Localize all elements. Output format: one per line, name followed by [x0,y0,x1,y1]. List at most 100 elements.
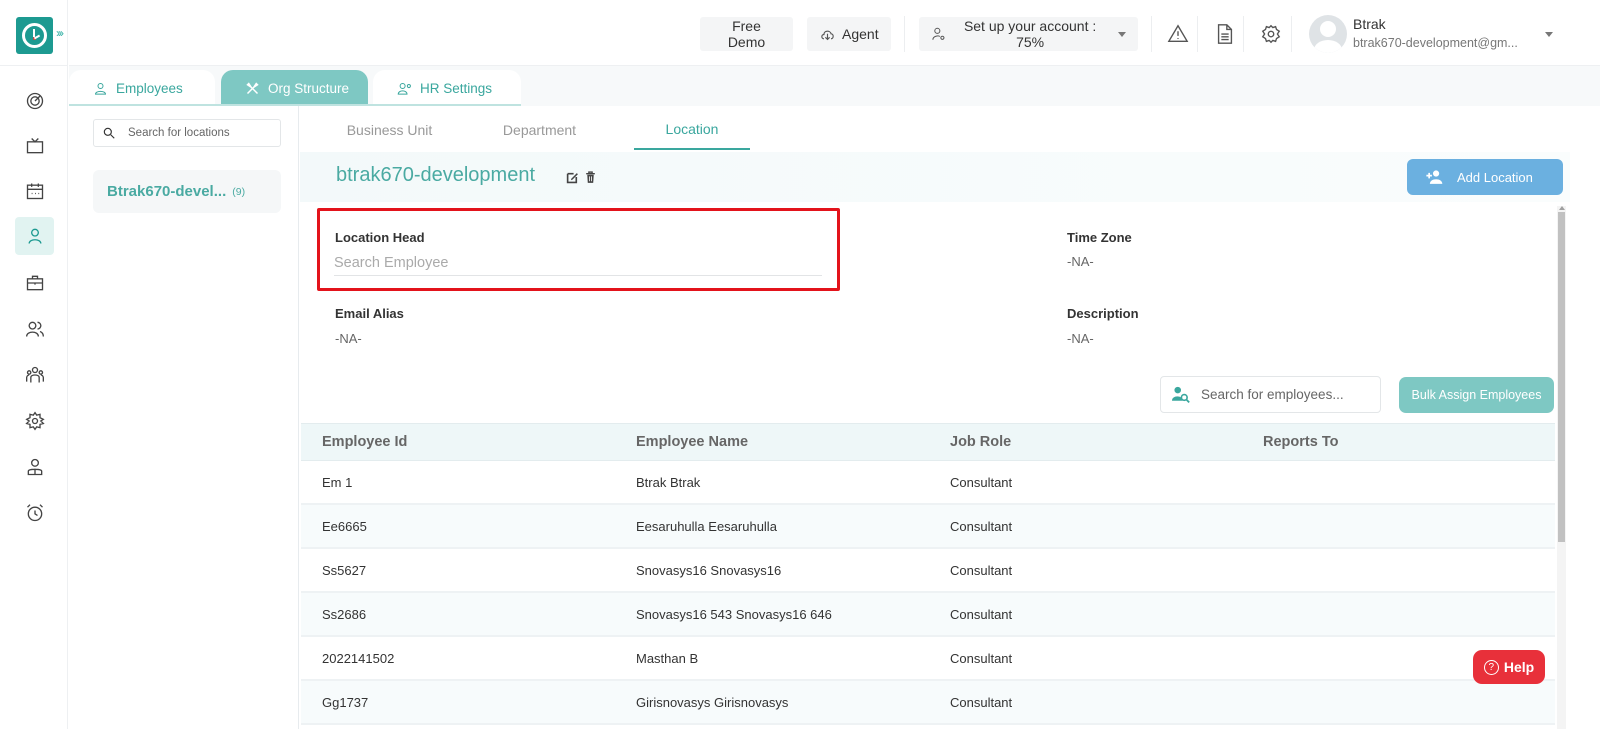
free-demo-button[interactable]: Free Demo [700,17,793,51]
sidebar-item-users[interactable] [15,310,54,348]
sidebar-item-calendar[interactable] [15,172,54,210]
add-location-label: Add Location [1457,169,1533,185]
alarm-icon [26,504,43,522]
tab-location[interactable]: Location [634,110,750,150]
sidebar-item-settings[interactable] [15,402,54,440]
calendar-icon [26,183,43,200]
employee-name-cell: Snovasys16 Snovasys16 [636,562,782,578]
header-divider [1243,16,1244,52]
table-row[interactable]: 2022141502 Masthan B Consultant [301,637,1555,681]
sidebar-item-briefcase[interactable] [15,264,54,302]
scroll-up-arrow-icon[interactable] [1559,206,1565,210]
free-demo-label: Free Demo [727,18,766,50]
tv-icon [26,138,43,154]
rail-divider [0,65,68,66]
location-search[interactable] [93,119,281,147]
time-zone-label: Time Zone [1067,230,1132,245]
chevron-down-icon [1118,31,1126,37]
tab-org-structure-label: Org Structure [268,80,350,96]
dashboard-icon [26,92,43,110]
top-tabs: Employees Org Structure HR Settings [69,66,1600,106]
sidebar-item-alarm[interactable] [15,494,54,532]
column-header-employee-id[interactable]: Employee Id [322,424,407,460]
column-header-reports-to[interactable]: Reports To [1263,424,1338,460]
sidebar-item-tv[interactable] [15,127,54,165]
left-nav-rail: ››› [0,0,68,729]
employees-table: Employee Id Employee Name Job Role Repor… [301,423,1555,725]
alert-button[interactable] [1166,22,1190,46]
team-icon [25,366,44,383]
sidebar-item-team[interactable] [15,356,54,394]
sidebar-item-profile[interactable] [15,448,54,486]
column-header-employee-name[interactable]: Employee Name [636,424,748,460]
table-row[interactable]: Ee6665 Eesaruhulla Eesaruhulla Consultan… [301,505,1555,549]
scrollbar-thumb[interactable] [1558,212,1565,542]
header-divider [1197,16,1198,52]
edit-icon[interactable] [566,171,579,184]
user-menu-caret-icon[interactable] [1545,32,1553,37]
user-email: btrak670-development@gm... [1353,36,1518,50]
tab-hr-settings-label: HR Settings [420,80,493,96]
description-label: Description [1067,306,1139,321]
bulk-assign-employees-button[interactable]: Bulk Assign Employees [1399,377,1554,413]
table-row[interactable]: Ss5627 Snovasys16 Snovasys16 Consultant [301,549,1555,593]
job-role-cell: Consultant [950,606,1013,622]
tab-business-unit[interactable]: Business Unit [302,110,477,150]
add-user-icon [1426,170,1443,184]
location-search-input[interactable] [128,127,268,139]
tab-org-structure[interactable]: Org Structure [221,70,368,106]
add-location-button[interactable]: Add Location [1407,159,1563,195]
tab-location-label: Location [665,121,719,137]
header-divider [1291,16,1292,52]
employee-search[interactable] [1160,376,1381,413]
app-logo[interactable] [16,17,53,54]
employee-name-cell: Girisnovasys Girisnovasys [636,694,789,710]
job-role-cell: Consultant [950,694,1013,710]
document-button[interactable] [1213,22,1237,46]
employee-name-cell: Btrak Btrak [636,474,701,490]
location-head-input[interactable] [334,251,822,276]
tab-department-label: Department [502,122,577,138]
location-head-label: Location Head [335,230,425,245]
email-alias-value: -NA- [335,331,362,346]
column-header-job-role[interactable]: Job Role [950,424,1011,460]
user-icon [94,82,107,95]
table-row[interactable]: Ss2686 Snovasys16 543 Snovasys16 646 Con… [301,593,1555,637]
job-role-cell: Consultant [950,650,1013,666]
question-icon: ? [1483,659,1499,675]
content-scrollbar[interactable] [1557,206,1566,729]
employee-name-cell: Masthan B [636,650,699,666]
table-row[interactable]: Gg1737 Girisnovasys Girisnovasys Consult… [301,681,1555,725]
help-label: Help [1503,659,1535,675]
location-item-count: (9) [232,185,246,198]
tab-business-unit-label: Business Unit [346,122,433,138]
employee-name-cell: Eesaruhulla Eesaruhulla [636,518,777,534]
setup-account-label: Set up your account : 75% [963,18,1097,50]
setup-account-dropdown[interactable]: Set up your account : 75% [919,17,1138,51]
user-avatar[interactable] [1309,15,1347,53]
tab-hr-settings[interactable]: HR Settings [373,70,521,106]
employee-id-cell: Em 1 [322,474,353,490]
location-detail-header: btrak670-development [300,152,1570,202]
location-list-item[interactable]: Btrak670-devel... (9) [93,170,281,213]
location-title: btrak670-development [336,164,536,186]
user-icon [28,228,41,244]
email-alias-label: Email Alias [335,306,404,321]
sidebar-item-employee[interactable] [15,217,54,255]
header-divider [904,16,905,52]
location-item-name: Btrak670-devel... [107,183,227,200]
table-row[interactable]: Em 1 Btrak Btrak Consultant [301,461,1555,505]
gear-icon [1261,24,1281,44]
tab-employees[interactable]: Employees [69,70,215,106]
employee-search-input[interactable] [1201,387,1371,402]
user-search-icon [1172,386,1190,403]
employee-icon [27,458,42,476]
hr-settings-icon [397,82,411,95]
help-button[interactable]: ? Help [1473,650,1545,684]
sidebar-item-dashboard[interactable] [15,82,54,120]
delete-icon[interactable] [584,171,597,184]
agent-button[interactable]: Agent [807,17,891,51]
expand-sidebar-icon[interactable]: ››› [56,26,64,40]
settings-button[interactable] [1259,22,1283,46]
tab-department[interactable]: Department [462,110,617,150]
